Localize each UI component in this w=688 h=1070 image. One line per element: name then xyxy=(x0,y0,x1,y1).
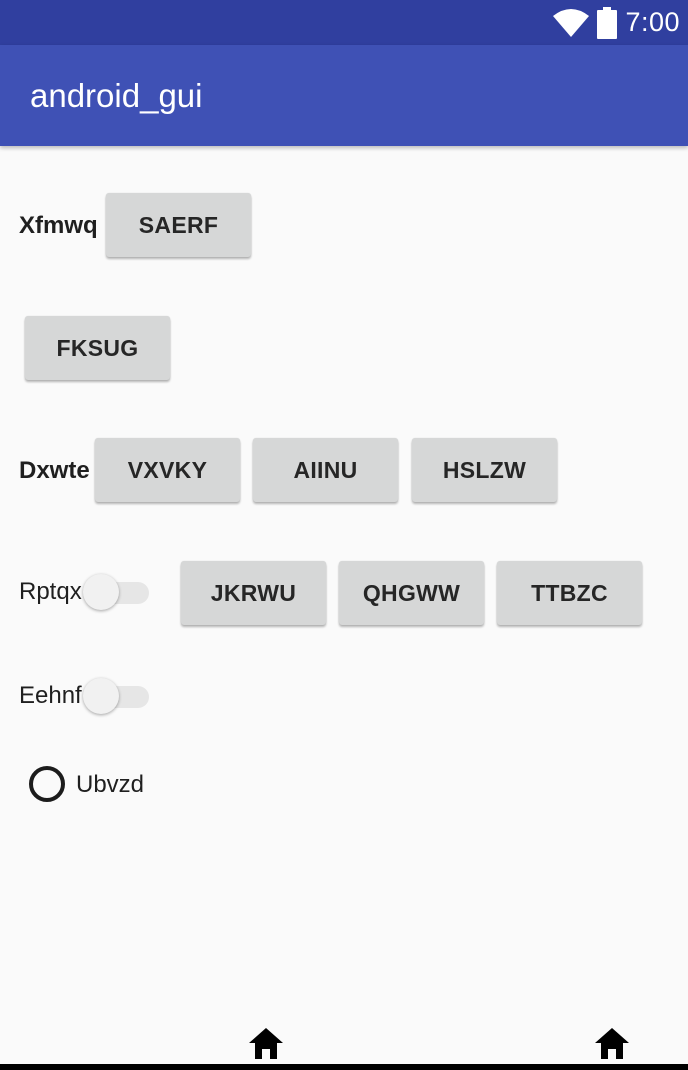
hslzw-button[interactable]: HSLZW xyxy=(412,438,557,502)
ttbzc-button[interactable]: TTBZC xyxy=(497,561,642,625)
rptqx-switch[interactable] xyxy=(83,572,153,612)
nav-bar xyxy=(0,1026,688,1070)
row5-label: Eehnf xyxy=(19,682,82,709)
home-icon[interactable] xyxy=(594,1026,630,1062)
row1-label: Xfmwq xyxy=(19,212,98,239)
app-title: android_gui xyxy=(30,76,203,114)
qhgww-button[interactable]: QHGWW xyxy=(339,561,484,625)
eehnf-switch[interactable] xyxy=(83,676,153,716)
aiinu-button[interactable]: AIINU xyxy=(253,438,398,502)
row3-label: Dxwte xyxy=(19,457,90,484)
home-icon[interactable] xyxy=(248,1026,284,1062)
app-bar: android_gui xyxy=(0,45,688,146)
radio-label: Ubvzd xyxy=(76,771,145,798)
fksug-button[interactable]: FKSUG xyxy=(25,316,170,380)
jkrwu-button[interactable]: JKRWU xyxy=(181,561,326,625)
vxvky-button[interactable]: VXVKY xyxy=(95,438,240,502)
row4-label: Rptqx xyxy=(19,578,82,605)
saerf-button[interactable]: SAERF xyxy=(106,193,251,257)
battery-icon xyxy=(597,6,618,39)
content-area: Xfmwq SAERF FKSUG Dxwte VXVKY AIINU HSLZ… xyxy=(0,146,688,1026)
nav-bar-edge xyxy=(0,1064,688,1070)
status-bar: 7:00 xyxy=(0,0,688,45)
switch-thumb xyxy=(83,678,119,714)
ubvzd-radio[interactable]: Ubvzd xyxy=(29,766,154,804)
app-screen: 7:00 android_gui Xfmwq SAERF FKSUG Dxwte… xyxy=(0,0,688,1070)
wifi-icon xyxy=(553,8,590,38)
radio-circle xyxy=(29,766,65,802)
switch-thumb xyxy=(83,574,119,610)
status-time: 7:00 xyxy=(625,7,680,37)
